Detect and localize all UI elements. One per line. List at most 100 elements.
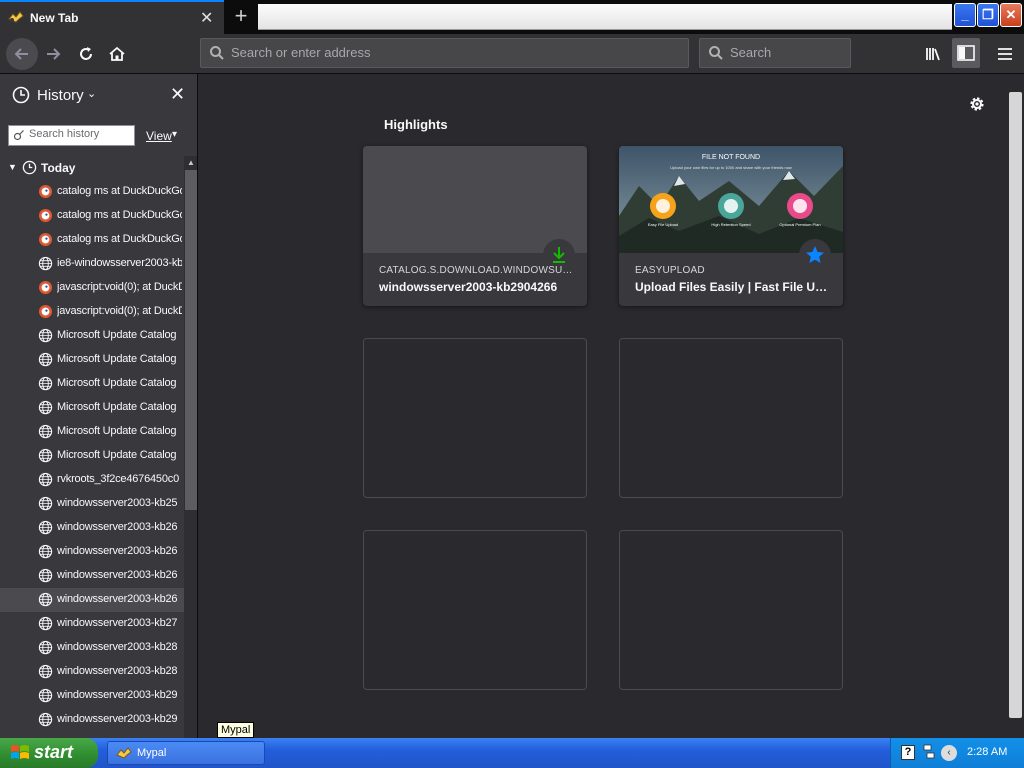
- sidebar-title[interactable]: History: [37, 87, 84, 104]
- mypal-logo-icon: [8, 11, 24, 23]
- forward-button[interactable]: [40, 41, 66, 67]
- gear-icon[interactable]: [967, 94, 987, 114]
- history-item-label: rvkroots_3f2ce4676450c0: [57, 473, 179, 485]
- duckduckgo-icon: [38, 304, 53, 319]
- scroll-up-icon[interactable]: ▲: [187, 158, 195, 167]
- highlight-card[interactable]: FILE NOT FOUND Upload your own files for…: [619, 146, 843, 306]
- sidebar-close-icon[interactable]: ✕: [170, 84, 185, 105]
- history-group-today[interactable]: ▼ Today: [0, 156, 184, 180]
- history-item[interactable]: windowsserver2003-kb27: [0, 612, 184, 636]
- new-tab-page: Highlights CATALOG.S.DOWNLOAD.WINDOWSUPD…: [199, 74, 1007, 738]
- address-input[interactable]: [231, 45, 671, 60]
- sidebar-icon: [957, 45, 975, 61]
- show-hidden-icons-icon[interactable]: ‹: [941, 745, 957, 761]
- history-item[interactable]: catalog ms at DuckDuckGo: [0, 204, 184, 228]
- history-item[interactable]: Microsoft Update Catalog: [0, 372, 184, 396]
- empty-highlight-slot: [619, 530, 843, 690]
- duckduckgo-icon: [38, 208, 53, 223]
- history-item-label: Microsoft Update Catalog: [57, 353, 177, 365]
- history-item[interactable]: Microsoft Update Catalog: [0, 324, 184, 348]
- history-item[interactable]: windowsserver2003-kb28: [0, 636, 184, 660]
- globe-icon: [38, 592, 53, 607]
- start-button[interactable]: start: [0, 738, 98, 768]
- taskbar-item-mypal[interactable]: Mypal: [107, 741, 265, 765]
- view-menu-button[interactable]: View: [146, 129, 172, 143]
- twisty-expanded-icon[interactable]: ▼: [8, 162, 17, 172]
- highlight-card[interactable]: CATALOG.S.DOWNLOAD.WINDOWSUPDATE.COM win…: [363, 146, 587, 306]
- window-frame: [258, 4, 952, 30]
- history-item[interactable]: Microsoft Update Catalog: [0, 396, 184, 420]
- maximize-button[interactable]: ❐: [977, 3, 999, 27]
- tab-new-tab[interactable]: New Tab ✕: [0, 0, 224, 34]
- forward-arrow-icon: [47, 48, 61, 60]
- globe-icon: [38, 448, 53, 463]
- history-search-box[interactable]: [8, 125, 135, 146]
- tab-close-icon[interactable]: ✕: [200, 8, 213, 28]
- history-item[interactable]: windowsserver2003-kb26: [0, 540, 184, 564]
- history-item[interactable]: windowsserver2003-kb26: [0, 564, 184, 588]
- card-site: EASYUPLOAD: [635, 265, 705, 276]
- close-window-button[interactable]: ✕: [1000, 3, 1022, 27]
- globe-icon: [38, 424, 53, 439]
- card-title: Upload Files Easily | Fast File Upload: [635, 280, 830, 294]
- search-input[interactable]: [730, 45, 840, 60]
- empty-highlight-slot: [619, 338, 843, 498]
- menu-button[interactable]: [992, 41, 1018, 67]
- library-button[interactable]: [920, 41, 946, 67]
- preview-subtext: Upload your own files for up to 1000 and…: [670, 165, 792, 170]
- history-item-label: windowsserver2003-kb26: [57, 545, 178, 557]
- history-item-label: windowsserver2003-kb26: [57, 593, 178, 605]
- search-icon: [210, 46, 224, 60]
- empty-highlight-slot: [363, 338, 587, 498]
- sidebar-toggle-button[interactable]: [952, 38, 980, 68]
- chevron-down-icon[interactable]: ▾: [172, 129, 177, 140]
- history-item[interactable]: windowsserver2003-kb26: [0, 516, 184, 540]
- taskbar-clock: 2:28 AM: [967, 746, 1008, 758]
- history-item[interactable]: catalog ms at DuckDuckGo: [0, 228, 184, 252]
- history-item[interactable]: windowsserver2003-kb25: [0, 492, 184, 516]
- history-item-label: ie8-windowsserver2003-kb: [57, 257, 182, 269]
- home-icon: [109, 46, 125, 61]
- new-tab-button[interactable]: +: [226, 3, 256, 31]
- history-item[interactable]: windowsserver2003-kb28: [0, 660, 184, 684]
- home-button[interactable]: [104, 41, 130, 67]
- history-item[interactable]: javascript:void(0); at DuckDuckGo: [0, 300, 184, 324]
- history-item[interactable]: Microsoft Update Catalog: [0, 348, 184, 372]
- chevron-down-icon[interactable]: ⌄: [87, 87, 96, 100]
- history-group-label: Today: [41, 161, 76, 175]
- search-bar[interactable]: [699, 38, 851, 68]
- history-item[interactable]: ie8-windowsserver2003-kb: [0, 252, 184, 276]
- history-item[interactable]: windowsserver2003-kb29: [0, 708, 184, 732]
- history-item-label: Microsoft Update Catalog: [57, 377, 177, 389]
- help-icon[interactable]: ?: [901, 745, 915, 760]
- back-button[interactable]: [6, 38, 38, 70]
- history-search-input[interactable]: [29, 128, 133, 140]
- card-thumbnail: [363, 146, 587, 253]
- history-item-label: windowsserver2003-kb28: [57, 641, 178, 653]
- history-item[interactable]: javascript:void(0); at DuckDuckGo: [0, 276, 184, 300]
- taskbar-item-label: Mypal: [137, 747, 167, 759]
- page-scrollbar[interactable]: [1007, 74, 1024, 738]
- reload-button[interactable]: [73, 41, 99, 67]
- network-icon[interactable]: [923, 744, 935, 760]
- history-item[interactable]: windowsserver2003-kb26: [0, 588, 184, 612]
- history-item[interactable]: Microsoft Update Catalog: [0, 444, 184, 468]
- scrollbar-thumb[interactable]: [185, 170, 197, 510]
- globe-icon: [38, 376, 53, 391]
- history-item[interactable]: catalog ms at DuckDuckGo: [0, 180, 184, 204]
- sidebar-scrollbar[interactable]: ▲: [184, 156, 197, 738]
- scrollbar-thumb[interactable]: [1009, 92, 1022, 718]
- history-tree: ▼ Today catalog ms at DuckDuckGo catalog …: [0, 156, 184, 738]
- history-item[interactable]: Microsoft Update Catalog: [0, 420, 184, 444]
- restore-icon: ❐: [982, 7, 994, 22]
- history-item-label: Microsoft Update Catalog: [57, 449, 177, 461]
- globe-icon: [38, 256, 53, 271]
- history-item[interactable]: rvkroots_3f2ce4676450c0: [0, 468, 184, 492]
- close-icon: ✕: [1005, 7, 1017, 22]
- history-item[interactable]: windowsserver2003-kb29: [0, 684, 184, 708]
- history-item-label: windowsserver2003-kb26: [57, 521, 178, 533]
- history-item-label: windowsserver2003-kb28: [57, 665, 178, 677]
- history-item-label: windowsserver2003-kb29: [57, 713, 178, 725]
- minimize-button[interactable]: _: [954, 3, 976, 27]
- address-bar[interactable]: [200, 38, 689, 68]
